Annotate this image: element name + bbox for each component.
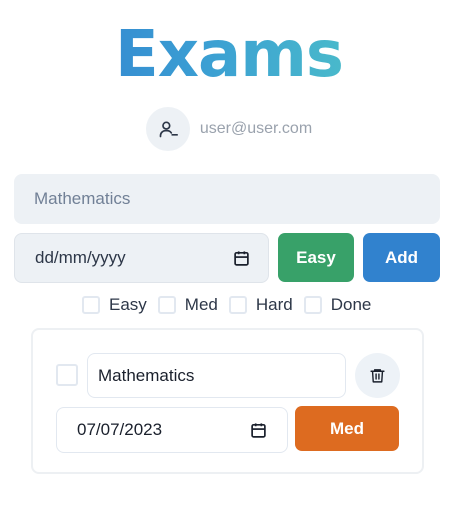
add-button[interactable]: Add <box>363 233 440 282</box>
subject-input[interactable]: Mathematics <box>14 174 440 224</box>
user-email: user@user.com <box>199 120 313 137</box>
exam-difficulty-button[interactable]: Med <box>295 406 399 451</box>
exam-subject-input[interactable]: Mathematics <box>87 353 346 398</box>
user-minus-icon <box>159 121 178 138</box>
filter-med-label: Med <box>184 295 218 314</box>
trash-icon <box>370 369 385 383</box>
calendar-icon[interactable] <box>233 250 250 267</box>
filter-hard-checkbox[interactable] <box>228 296 247 314</box>
calendar-icon[interactable] <box>250 422 267 439</box>
date-input[interactable]: dd/mm/yyyy <box>14 233 269 283</box>
filter-hard-label: Hard <box>255 295 293 314</box>
exams-app: Exams user@user.com Mathematics dd/mm/yy… <box>0 0 458 521</box>
exam-subject-value: Mathematics <box>98 365 195 385</box>
filter-easy[interactable]: Easy <box>82 295 147 315</box>
delete-button[interactable] <box>355 353 400 398</box>
filter-hard[interactable]: Hard <box>228 295 293 315</box>
user-row: user@user.com <box>0 107 458 151</box>
filter-med-checkbox[interactable] <box>157 296 176 314</box>
date-placeholder: dd/mm/yyyy <box>35 248 126 267</box>
filter-easy-checkbox[interactable] <box>82 296 100 314</box>
subject-placeholder: Mathematics <box>34 189 131 208</box>
exam-done-checkbox[interactable] <box>56 364 78 386</box>
avatar[interactable] <box>145 107 190 151</box>
exam-card: Mathematics 07/07/2023 <box>31 328 424 474</box>
filter-easy-label: Easy <box>109 295 147 314</box>
filter-done-label: Done <box>330 295 372 314</box>
filter-done[interactable]: Done <box>303 295 372 315</box>
exam-date-input[interactable]: 07/07/2023 <box>56 407 288 453</box>
filter-done-checkbox[interactable] <box>303 296 322 314</box>
difficulty-button[interactable]: Easy <box>278 233 354 282</box>
page-title: Exams <box>0 18 458 92</box>
filter-row: Easy Med Hard Done <box>82 295 374 315</box>
filter-med[interactable]: Med <box>157 295 218 315</box>
exam-date-value: 07/07/2023 <box>77 420 163 439</box>
